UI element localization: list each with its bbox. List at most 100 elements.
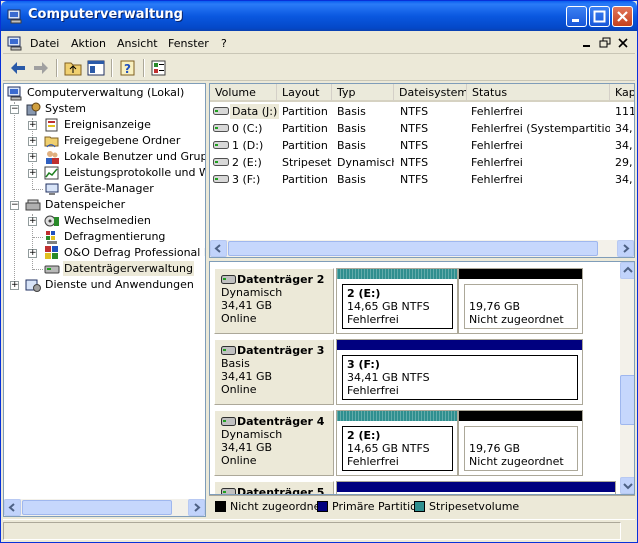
- tree-item-oo-defrag[interactable]: O&O Defrag Professional Edition: [44, 245, 205, 261]
- collapse-system-toggle[interactable]: −: [10, 105, 19, 114]
- expand-toggle[interactable]: +: [28, 153, 37, 162]
- scroll-left-button[interactable]: [4, 499, 21, 516]
- close-button[interactable]: [612, 6, 633, 27]
- unallocated-block[interactable]: 19,76 GB Nicht zugeordnet: [458, 410, 583, 476]
- menu-view[interactable]: Ansicht: [117, 37, 158, 50]
- disk-row[interactable]: Datenträger 3 Basis 34,41 GB Online 3 (F:) 34…: [214, 339, 616, 405]
- expand-toggle[interactable]: +: [28, 169, 37, 178]
- disk-info[interactable]: Datenträger 4 Dynamisch 34,41 GB Online: [214, 410, 334, 476]
- list-horizontal-scrollbar[interactable]: [210, 240, 634, 257]
- partition-block[interactable]: 2 (E:) 14,65 GB NTFS Fehlerfrei: [336, 268, 458, 334]
- table-cell: 34,: [615, 139, 633, 152]
- scroll-right-button[interactable]: [617, 240, 634, 257]
- tree-item-event-viewer[interactable]: Ereignisanzeige: [44, 117, 205, 133]
- table-cell: Basis: [337, 105, 366, 118]
- tree-item-device-manager[interactable]: Geräte-Manager: [44, 181, 205, 197]
- scroll-thumb[interactable]: [620, 375, 634, 425]
- scroll-down-button[interactable]: [620, 477, 634, 494]
- tree-item-services[interactable]: Dienste und Anwendungen: [25, 277, 205, 293]
- expand-toggle[interactable]: +: [28, 121, 37, 130]
- table-row[interactable]: 2 (E:) Stripeset Dynamisch NTFS Fehlerfrei 29…: [210, 154, 634, 171]
- tree-item-label: Datenträgerverwaltung: [63, 261, 194, 276]
- table-cell: Partition: [282, 105, 328, 118]
- scroll-right-button[interactable]: [188, 499, 205, 516]
- column-header-capacity[interactable]: Kapazität: [610, 84, 634, 102]
- tree-item-performance-logs[interactable]: Leistungsprotokolle und Warnungen: [44, 165, 205, 181]
- tree-item-disk-management[interactable]: Datenträgerverwaltung: [44, 261, 205, 277]
- disk-info[interactable]: Datenträger 2 Dynamisch 34,41 GB Online: [214, 268, 334, 334]
- legend-striped: Stripesetvolume: [414, 500, 519, 513]
- tree-item-shared-folders[interactable]: Freigegebene Ordner: [44, 133, 205, 149]
- legend-primary: Primäre Partition: [317, 500, 424, 513]
- show-hide-tree-icon[interactable]: [86, 58, 106, 78]
- disk-info[interactable]: Datenträger 5: [214, 481, 334, 494]
- up-folder-icon[interactable]: [63, 58, 83, 78]
- table-row[interactable]: 3 (F:) Partition Basis NTFS Fehlerfrei 34,: [210, 171, 634, 188]
- mdi-close-icon[interactable]: [615, 35, 630, 49]
- mdi-minimize-icon[interactable]: [579, 35, 594, 49]
- partition-block[interactable]: 3 (F:) 34,41 GB NTFS Fehlerfrei: [336, 339, 583, 405]
- tree-item-storage[interactable]: Datenspeicher: [25, 197, 205, 213]
- menu-file[interactable]: Datei: [30, 37, 59, 50]
- disk-row[interactable]: Datenträger 5: [214, 481, 616, 494]
- expand-toggle[interactable]: +: [28, 217, 37, 226]
- scroll-thumb[interactable]: [228, 241, 598, 256]
- expand-toggle[interactable]: +: [10, 281, 19, 290]
- maximize-button[interactable]: [589, 6, 610, 27]
- tree-root[interactable]: Computerverwaltung (Lokal): [7, 85, 205, 101]
- tree-item-removable-storage[interactable]: Wechselmedien: [44, 213, 205, 229]
- table-row[interactable]: 0 (C:) Partition Basis NTFS Fehlerfrei (Syst…: [210, 120, 634, 137]
- arrow-left-icon: [8, 503, 15, 512]
- column-header-filesystem[interactable]: Dateisystem: [394, 84, 467, 102]
- disk-info[interactable]: Datenträger 3 Basis 34,41 GB Online: [214, 339, 334, 405]
- disk-row[interactable]: Datenträger 4 Dynamisch 34,41 GB Online 2 (E…: [214, 410, 616, 476]
- title-bar[interactable]: Computerverwaltung: [1, 1, 637, 31]
- computer-management-icon: [7, 86, 22, 101]
- scroll-up-button[interactable]: [620, 262, 634, 279]
- menu-help[interactable]: ?: [221, 37, 227, 50]
- tree-item-defrag[interactable]: Defragmentierung: [44, 229, 205, 245]
- tree-item-system[interactable]: System: [25, 101, 205, 117]
- column-header-status[interactable]: Status: [467, 84, 610, 102]
- maximize-icon: [593, 10, 606, 23]
- expand-toggle[interactable]: +: [28, 249, 37, 258]
- tree-item-label: System: [45, 102, 87, 115]
- table-cell: Fehlerfrei: [471, 139, 523, 152]
- mdi-restore-icon[interactable]: [597, 35, 612, 49]
- partition-block[interactable]: [336, 481, 616, 494]
- partition-line2: 19,76 GB: [469, 442, 521, 455]
- system-menu-icon[interactable]: [7, 35, 23, 51]
- menu-action[interactable]: Aktion: [71, 37, 106, 50]
- back-arrow-icon[interactable]: [8, 58, 28, 78]
- partition-text: 3 (F:) 34,41 GB NTFS Fehlerfrei: [342, 355, 578, 400]
- table-cell: Partition: [282, 122, 328, 135]
- collapse-storage-toggle[interactable]: −: [10, 201, 19, 210]
- minimize-button[interactable]: [566, 6, 587, 27]
- toolbar: ?: [3, 55, 635, 81]
- column-header-layout[interactable]: Layout: [277, 84, 332, 102]
- scroll-left-button[interactable]: [210, 240, 227, 257]
- help-icon[interactable]: ?: [118, 58, 138, 78]
- graph-vertical-scrollbar[interactable]: [620, 262, 634, 494]
- legend-unallocated: Nicht zugeordnet: [215, 500, 325, 513]
- partition-line3: Fehlerfrei: [347, 384, 399, 397]
- tree-horizontal-scrollbar[interactable]: [4, 499, 205, 516]
- forward-arrow-icon[interactable]: [31, 58, 51, 78]
- expand-toggle[interactable]: +: [28, 137, 37, 146]
- table-cell: Fehlerfrei: [471, 156, 523, 169]
- disk-type: Dynamisch: [221, 286, 283, 299]
- partition-line2: 34,41 GB NTFS: [347, 371, 430, 384]
- column-header-type[interactable]: Typ: [332, 84, 394, 102]
- volume-list: Volume Layout Typ Dateisystem Status Kap…: [209, 83, 635, 258]
- disk-row[interactable]: Datenträger 2 Dynamisch 34,41 GB Online 2 (E…: [214, 268, 616, 334]
- properties-icon[interactable]: [149, 58, 169, 78]
- tree-item-local-users[interactable]: Lokale Benutzer und Gruppen: [44, 149, 205, 165]
- table-row[interactable]: Data (J:) Partition Basis NTFS Fehlerfrei 111: [210, 103, 634, 120]
- unallocated-block[interactable]: 19,76 GB Nicht zugeordnet: [458, 268, 583, 334]
- partition-color-bar: [337, 340, 582, 350]
- scroll-thumb[interactable]: [22, 500, 172, 515]
- menu-window[interactable]: Fenster: [168, 37, 209, 50]
- column-header-volume[interactable]: Volume: [210, 84, 277, 102]
- partition-block[interactable]: 2 (E:) 14,65 GB NTFS Fehlerfrei: [336, 410, 458, 476]
- table-row[interactable]: 1 (D:) Partition Basis NTFS Fehlerfrei 34,: [210, 137, 634, 154]
